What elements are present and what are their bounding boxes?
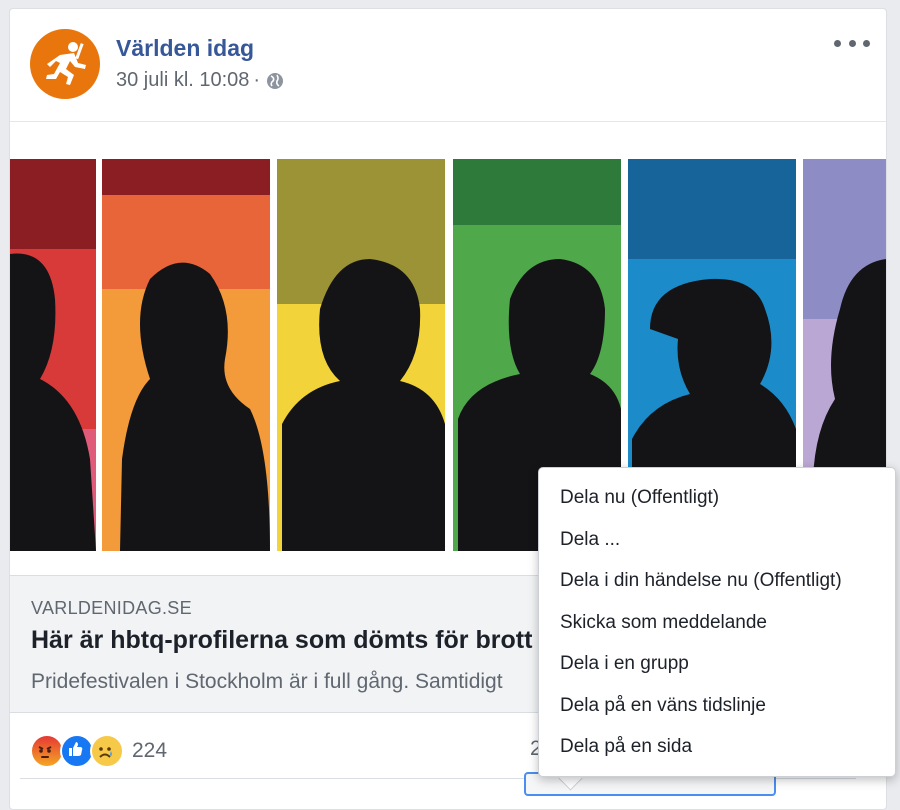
share-menu: Dela nu (Offentligt) Dela ... Dela i din… <box>538 467 896 777</box>
dot-icon <box>834 39 841 47</box>
menu-item-share-to-story[interactable]: Dela i din händelse nu (Offentligt) <box>539 561 895 601</box>
post-meta: 30 juli kl. 10:08 · <box>116 69 284 92</box>
page-name-link[interactable]: Världen idag <box>116 35 254 62</box>
link-title[interactable]: Här är hbtq-profilerna som dömts för bro… <box>31 626 532 655</box>
dot-icon <box>848 39 856 47</box>
angry-reaction-icon <box>30 734 64 768</box>
post-header: Världen idag 30 juli kl. 10:08 · <box>10 9 886 121</box>
meta-separator: · <box>253 69 261 91</box>
header-divider <box>10 121 886 122</box>
page-avatar[interactable] <box>30 29 100 99</box>
running-figure-logo <box>46 42 86 85</box>
menu-item-share-on-friends-timeline[interactable]: Dela på en väns tidslinje <box>539 686 895 726</box>
post-timestamp[interactable]: 30 juli kl. 10:08 <box>116 69 249 92</box>
link-description: Pridefestivalen i Stockholm är i full gå… <box>31 670 503 693</box>
menu-item-share[interactable]: Dela ... <box>539 520 895 560</box>
sad-reaction-icon <box>90 734 124 768</box>
menu-item-send-as-message[interactable]: Skicka som meddelande <box>539 603 895 643</box>
globe-icon[interactable] <box>266 72 284 90</box>
reaction-count: 224 <box>132 739 168 762</box>
menu-item-share-on-page[interactable]: Dela på en sida <box>539 727 895 767</box>
like-reaction-icon <box>60 734 94 768</box>
menu-item-share-in-group[interactable]: Dela i en grupp <box>539 644 895 684</box>
link-domain: VARLDENIDAG.SE <box>31 598 192 618</box>
reactions-summary[interactable]: 224 <box>30 733 167 769</box>
dot-icon <box>863 39 870 47</box>
menu-item-share-now-public[interactable]: Dela nu (Offentligt) <box>539 478 895 518</box>
more-options-button[interactable] <box>834 31 870 55</box>
